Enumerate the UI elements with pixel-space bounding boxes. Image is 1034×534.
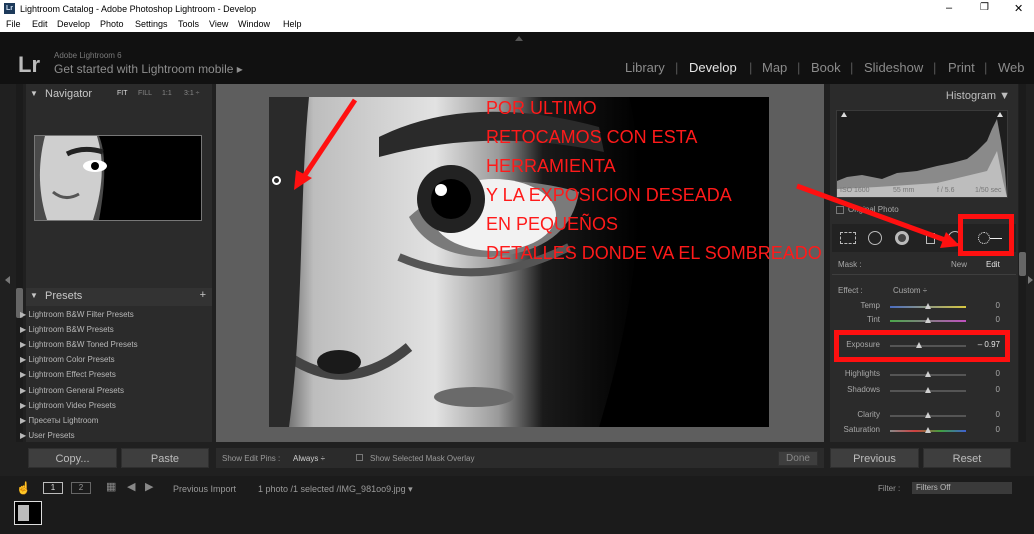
- arrow-to-brush: [796, 183, 946, 243]
- arrow-to-pin: [300, 98, 358, 180]
- arrow-head-icon: [940, 232, 960, 248]
- annotation-arrows: [294, 98, 960, 248]
- highlight-exposure: [834, 330, 1010, 362]
- highlight-brush-tool: [958, 214, 1014, 256]
